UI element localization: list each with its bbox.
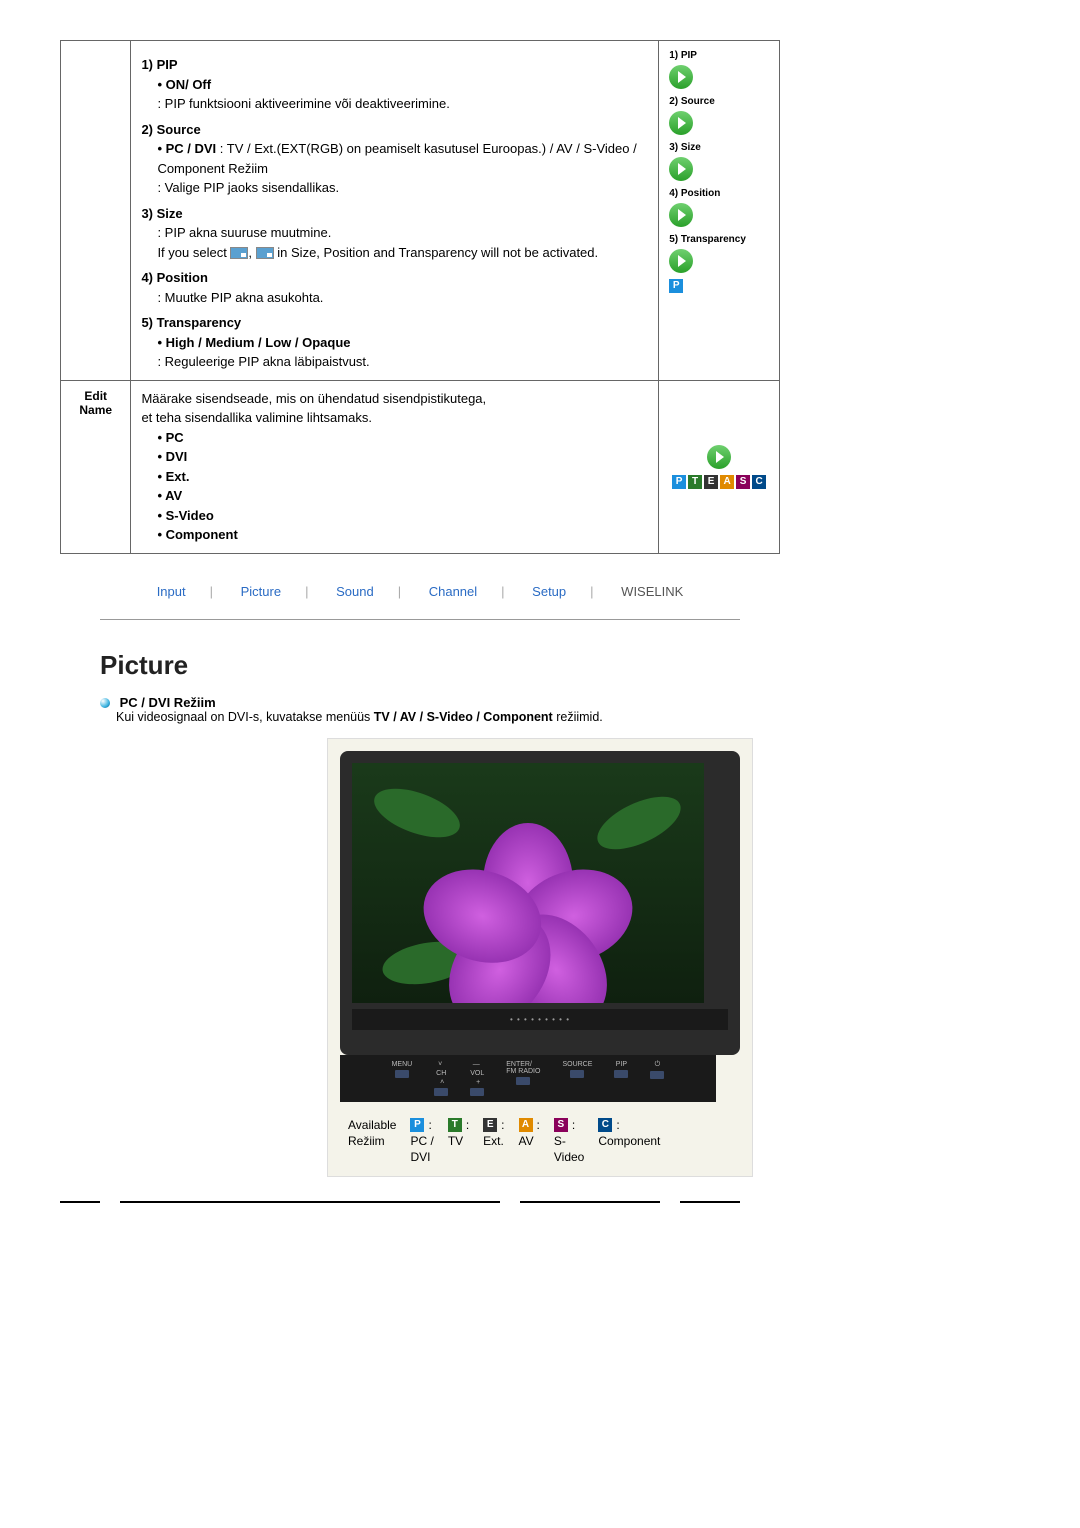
pip-side: 1) PIP 2) Source 3) Size 4) Position 5) … (659, 41, 780, 381)
play-icon (669, 65, 693, 89)
side-size: 3) Size (669, 141, 769, 155)
side-position: 4) Position (669, 187, 769, 201)
enter-button[interactable]: ENTER/ FM RADIO (506, 1061, 540, 1096)
transparency-bullet: • High / Medium / Low / Opaque (157, 333, 648, 353)
nav-tabs: Input| Picture| Sound| Channel| Setup| W… (60, 584, 780, 599)
mode-heading: PC / DVI Režiim (100, 695, 1020, 710)
monitor-screenshot: • • • • • • • • • MENU ˅ CH ˄ — VOL + EN… (327, 738, 753, 1177)
s-badge: S (736, 475, 750, 489)
mode-description: Kui videosignaal on DVI-s, kuvatakse men… (116, 710, 1020, 724)
menu-button[interactable]: MENU (392, 1061, 413, 1096)
settings-table: 1) PIP • ON/ Off : PIP funktsiooni aktiv… (60, 40, 780, 554)
play-icon (669, 203, 693, 227)
play-icon (707, 445, 731, 469)
monitor-frame: • • • • • • • • • (340, 751, 740, 1055)
ch-down-button[interactable]: ˅ CH ˄ (434, 1061, 448, 1096)
tab-setup[interactable]: Setup (532, 584, 566, 599)
p-badge: P (410, 1118, 424, 1132)
divider (100, 619, 740, 620)
avail-col: P:PC /DVI (410, 1118, 433, 1164)
pip-label-cell (61, 41, 131, 381)
edit-name-label: Edit Name (61, 380, 131, 553)
pip-desc: : PIP funktsiooni aktiveerimine või deak… (157, 94, 648, 114)
pip-size-icon-2 (256, 247, 274, 259)
avail-col: T:TV (448, 1118, 469, 1164)
pip-head: 1) PIP (141, 55, 648, 75)
e-badge: E (483, 1118, 497, 1132)
a-badge: A (519, 1118, 533, 1132)
transparency-head: 5) Transparency (141, 313, 648, 333)
avail-label: Available Režiim (348, 1118, 396, 1148)
section-title: Picture (100, 650, 1020, 681)
c-badge: C (598, 1118, 612, 1132)
pip-size-icon (230, 247, 248, 259)
pip-content: 1) PIP • ON/ Off : PIP funktsiooni aktiv… (131, 41, 659, 381)
monitor-buttons: MENU ˅ CH ˄ — VOL + ENTER/ FM RADIO SOUR… (340, 1055, 716, 1102)
side-pip: 1) PIP (669, 49, 769, 63)
tab-wiselink[interactable]: WISELINK (621, 584, 683, 599)
side-transparency: 5) Transparency (669, 233, 769, 247)
side-source: 2) Source (669, 95, 769, 109)
pip-on-off: • ON/ Off (157, 75, 648, 95)
size-desc1: : PIP akna suuruse muutmine. (157, 223, 648, 243)
bul-ext: • Ext. (157, 469, 189, 484)
bul-svideo: • S-Video (157, 508, 213, 523)
power-button[interactable]: ⏻ (650, 1061, 664, 1096)
bul-component: • Component (157, 527, 237, 542)
a-badge: A (720, 475, 734, 489)
avail-col: S:S-Video (554, 1118, 584, 1164)
tab-channel[interactable]: Channel (429, 584, 477, 599)
transparency-desc: : Reguleerige PIP akna läbipaistvust. (157, 352, 648, 372)
bul-dvi: • DVI (157, 449, 187, 464)
bottom-rule (60, 1201, 780, 1203)
p-badge: P (669, 279, 683, 293)
avail-col: C:Component (598, 1118, 660, 1164)
t-badge: T (688, 475, 702, 489)
tab-sound[interactable]: Sound (336, 584, 374, 599)
monitor-screen (352, 763, 704, 1003)
source-head: 2) Source (141, 120, 648, 140)
bul-av: • AV (157, 488, 182, 503)
position-head: 4) Position (141, 268, 648, 288)
s-badge: S (554, 1118, 568, 1132)
play-icon (669, 111, 693, 135)
source-desc: : Valige PIP jaoks sisendallikas. (157, 178, 648, 198)
edit-name-side: P T E A S C (659, 380, 780, 553)
source-button[interactable]: SOURCE (562, 1061, 592, 1096)
vol-button[interactable]: — VOL + (470, 1061, 484, 1096)
pip-button[interactable]: PIP (614, 1061, 628, 1096)
avail-col: E:Ext. (483, 1118, 504, 1164)
avail-columns: P:PC /DVI T:TV E:Ext. A:AV S:S-Video C:Compon… (410, 1118, 660, 1164)
e-badge: E (704, 475, 718, 489)
source-bullet: • PC / DVI : TV / Ext.(EXT(RGB) on peami… (157, 139, 648, 178)
position-desc: : Muutke PIP akna asukohta. (157, 288, 648, 308)
play-icon (669, 157, 693, 181)
p-badge: P (672, 475, 686, 489)
edit-desc1: Määrake sisendseade, mis on ühendatud si… (141, 389, 648, 409)
play-icon (669, 249, 693, 273)
bullet-icon (100, 698, 110, 708)
edit-name-row: Edit Name Määrake sisendseade, mis on üh… (61, 380, 780, 553)
avail-col: A:AV (519, 1118, 540, 1164)
size-desc2: If you select , in Size, Position and Tr… (157, 243, 648, 263)
tab-picture[interactable]: Picture (241, 584, 281, 599)
flower-image (438, 793, 618, 973)
tab-input[interactable]: Input (157, 584, 186, 599)
c-badge: C (752, 475, 766, 489)
bul-pc: • PC (157, 430, 183, 445)
available-modes: Available Režiim P:PC /DVI T:TV E:Ext. A:AV… (348, 1118, 740, 1164)
monitor-led-row: • • • • • • • • • (352, 1009, 728, 1030)
t-badge: T (448, 1118, 462, 1132)
size-head: 3) Size (141, 204, 648, 224)
edit-desc2: et teha sisendallika valimine lihtsamaks… (141, 408, 648, 428)
edit-name-content: Määrake sisendseade, mis on ühendatud si… (131, 380, 659, 553)
pip-row: 1) PIP • ON/ Off : PIP funktsiooni aktiv… (61, 41, 780, 381)
letter-icons: P T E A S C (669, 475, 769, 489)
